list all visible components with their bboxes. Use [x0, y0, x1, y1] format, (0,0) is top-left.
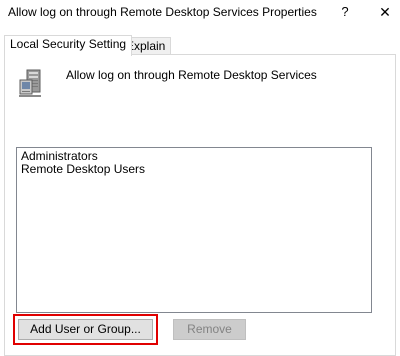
help-button[interactable]: ? — [334, 2, 356, 22]
title-bar: Allow log on through Remote Desktop Serv… — [0, 0, 400, 26]
list-item[interactable]: Remote Desktop Users — [17, 163, 371, 176]
remove-button[interactable]: Remove — [173, 319, 246, 340]
members-listbox[interactable]: Administrators Remote Desktop Users — [16, 147, 372, 313]
policy-title: Allow log on through Remote Desktop Serv… — [66, 68, 317, 82]
tab-local-security-setting[interactable]: Local Security Setting — [4, 35, 133, 56]
window-title: Allow log on through Remote Desktop Serv… — [8, 5, 317, 19]
server-policy-icon — [19, 69, 41, 97]
close-button[interactable]: ✕ — [374, 2, 396, 22]
add-user-or-group-button[interactable]: Add User or Group... — [18, 319, 153, 340]
